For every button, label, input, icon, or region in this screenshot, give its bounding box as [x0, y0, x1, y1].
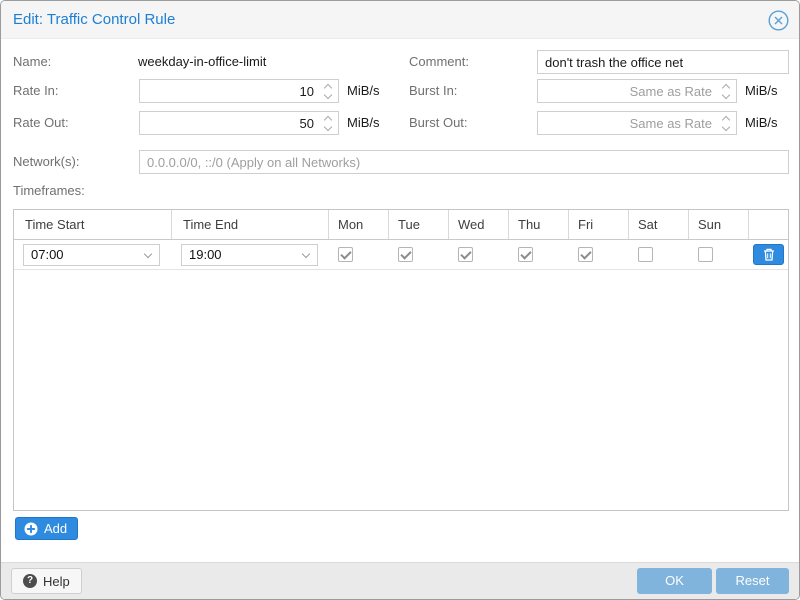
actions-cell	[749, 240, 788, 269]
thu-cell	[509, 240, 569, 269]
spinner-down-icon	[722, 91, 730, 99]
rate-in-spinner[interactable]	[323, 83, 335, 99]
dialog-title: Edit: Traffic Control Rule	[13, 1, 175, 39]
wed-cell	[449, 240, 509, 269]
help-button[interactable]: ? Help	[11, 568, 82, 594]
help-button-label: Help	[43, 574, 70, 589]
ok-button[interactable]: OK	[637, 568, 712, 594]
plus-circle-icon	[24, 522, 38, 536]
tue-cell	[389, 240, 449, 269]
timeframe-row: 07:00 19:00	[14, 240, 788, 270]
chevron-down-icon	[144, 249, 152, 257]
fri-checkbox[interactable]	[578, 247, 593, 262]
trash-icon	[763, 248, 775, 261]
rate-out-input[interactable]	[139, 111, 339, 135]
burst-in-label: Burst In:	[409, 83, 457, 98]
sat-checkbox[interactable]	[638, 247, 653, 262]
burst-in-unit: MiB/s	[745, 83, 778, 98]
column-header-mon[interactable]: Mon	[329, 210, 389, 239]
tue-checkbox[interactable]	[398, 247, 413, 262]
comment-label: Comment:	[409, 54, 469, 69]
rate-in-label: Rate In:	[13, 83, 59, 98]
add-button[interactable]: Add	[15, 517, 78, 540]
burst-out-input[interactable]	[537, 111, 737, 135]
rate-out-spinner[interactable]	[323, 115, 335, 131]
column-header-sun[interactable]: Sun	[689, 210, 749, 239]
sun-cell	[689, 240, 749, 269]
timeframes-label: Timeframes:	[13, 183, 85, 198]
column-header-time-start[interactable]: Time Start	[14, 210, 172, 239]
reset-button[interactable]: Reset	[716, 568, 789, 594]
time-start-value: 07:00	[31, 247, 64, 262]
column-header-thu[interactable]: Thu	[509, 210, 569, 239]
delete-row-button[interactable]	[753, 244, 784, 265]
networks-label: Network(s):	[13, 154, 79, 169]
time-end-value: 19:00	[189, 247, 222, 262]
chevron-down-icon	[302, 249, 310, 257]
traffic-control-rule-dialog: Edit: Traffic Control Rule Name: weekday…	[0, 0, 800, 600]
thu-checkbox[interactable]	[518, 247, 533, 262]
spinner-down-icon	[324, 91, 332, 99]
sun-checkbox[interactable]	[698, 247, 713, 262]
mon-cell	[329, 240, 389, 269]
mon-checkbox[interactable]	[338, 247, 353, 262]
add-button-label: Add	[44, 521, 67, 536]
sat-cell	[629, 240, 689, 269]
burst-in-input[interactable]	[537, 79, 737, 103]
spinner-down-icon	[324, 123, 332, 131]
rate-out-unit: MiB/s	[347, 115, 380, 130]
timeframes-table: Time Start Time End Mon Tue Wed Thu Fri …	[13, 209, 789, 511]
rate-in-unit: MiB/s	[347, 83, 380, 98]
question-mark-icon: ?	[23, 574, 37, 588]
fri-cell	[569, 240, 629, 269]
burst-out-unit: MiB/s	[745, 115, 778, 130]
column-header-wed[interactable]: Wed	[449, 210, 509, 239]
column-header-sat[interactable]: Sat	[629, 210, 689, 239]
wed-checkbox[interactable]	[458, 247, 473, 262]
column-header-time-end[interactable]: Time End	[172, 210, 329, 239]
burst-out-label: Burst Out:	[409, 115, 468, 130]
name-label: Name:	[13, 54, 51, 69]
spinner-down-icon	[722, 123, 730, 131]
column-header-tue[interactable]: Tue	[389, 210, 449, 239]
name-value: weekday-in-office-limit	[138, 54, 266, 69]
time-start-cell: 07:00	[14, 240, 172, 269]
dialog-titlebar: Edit: Traffic Control Rule	[1, 1, 799, 39]
networks-input[interactable]	[139, 150, 789, 174]
timeframes-table-header: Time Start Time End Mon Tue Wed Thu Fri …	[14, 210, 788, 240]
column-header-fri[interactable]: Fri	[569, 210, 629, 239]
rate-out-label: Rate Out:	[13, 115, 69, 130]
burst-out-spinner[interactable]	[721, 115, 733, 131]
close-icon[interactable]	[768, 10, 789, 31]
comment-input[interactable]	[537, 50, 789, 74]
dialog-footer: ? Help OK Reset	[1, 562, 799, 599]
time-start-combo[interactable]: 07:00	[23, 244, 160, 266]
rate-in-input[interactable]	[139, 79, 339, 103]
time-end-cell: 19:00	[172, 240, 329, 269]
time-end-combo[interactable]: 19:00	[181, 244, 318, 266]
column-header-actions	[749, 210, 788, 239]
burst-in-spinner[interactable]	[721, 83, 733, 99]
